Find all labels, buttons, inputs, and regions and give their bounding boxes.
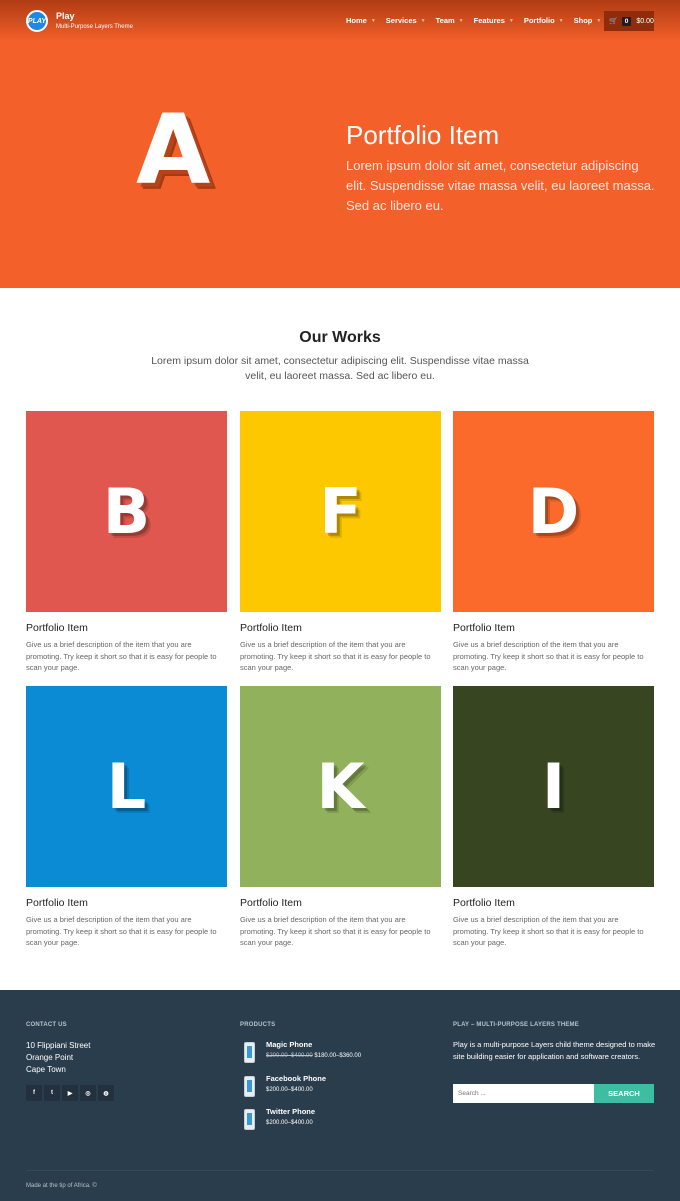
hero-letter-image: A <box>136 94 211 206</box>
portfolio-card-description: Give us a brief description of the item … <box>453 915 644 947</box>
portfolio-card-title[interactable]: Portfolio Item <box>26 897 227 909</box>
nav-item-shop[interactable]: Shop ▼ <box>574 16 602 25</box>
portfolio-thumbnail[interactable]: I <box>453 686 654 887</box>
copyright-text: Made at the tip of Africa. © <box>26 1183 97 1189</box>
product-old-price: $200.00–$400.00 <box>266 1053 313 1059</box>
search-button[interactable]: SEARCH <box>594 1084 654 1103</box>
product-item[interactable]: Facebook Phone $200.00–$400.00 <box>240 1074 440 1102</box>
product-price: $200.00–$400.00 <box>266 1087 313 1093</box>
portfolio-card[interactable]: F Portfolio Item Give us a brief descrip… <box>240 411 441 674</box>
site-footer: CONTACT US 10 Flippiani Street Orange Po… <box>0 990 680 1201</box>
product-sale-price: $180.00–$360.00 <box>314 1053 362 1059</box>
nav-item-features[interactable]: Features ▼ <box>474 16 514 25</box>
nav-item-team[interactable]: Team ▼ <box>436 16 464 25</box>
cart-button[interactable]: 🛒 0 $0.00 <box>604 11 654 31</box>
portfolio-thumbnail[interactable]: K <box>240 686 441 887</box>
portfolio-card-description: Give us a brief description of the item … <box>453 640 644 672</box>
nav-item-home[interactable]: Home ▼ <box>346 16 376 25</box>
facebook-icon[interactable]: f <box>26 1085 42 1101</box>
cart-icon: 🛒 <box>609 18 618 25</box>
chevron-down-icon: ▼ <box>458 17 464 24</box>
tile-letter: F <box>319 474 362 548</box>
page-title: Portfolio Item <box>346 120 500 150</box>
works-heading: Our Works <box>299 329 381 346</box>
chevron-down-icon: ▼ <box>420 17 426 24</box>
portfolio-thumbnail[interactable]: L <box>26 686 227 887</box>
about-heading: PLAY – MULTI-PURPOSE LAYERS THEME <box>453 1022 579 1028</box>
main-menu: Home ▼ Services ▼ Team ▼ Features ▼ Portfoli… <box>346 16 611 25</box>
product-name[interactable]: Twitter Phone <box>266 1107 315 1116</box>
nav-item-services[interactable]: Services ▼ <box>386 16 426 25</box>
tile-letter: K <box>316 749 365 823</box>
product-item[interactable]: Twitter Phone $200.00–$400.00 <box>240 1107 440 1135</box>
pinterest-icon[interactable]: ◎ <box>80 1085 96 1101</box>
phone-thumbnail-icon[interactable] <box>244 1076 255 1097</box>
twitter-icon[interactable]: t <box>44 1085 60 1101</box>
portfolio-card-description: Give us a brief description of the item … <box>26 640 217 672</box>
tile-letter: B <box>102 474 151 548</box>
dribbble-icon[interactable]: ◍ <box>98 1085 114 1101</box>
phone-thumbnail-icon[interactable] <box>244 1042 255 1063</box>
tile-letter: L <box>106 749 147 823</box>
address-line: Orange Point <box>26 1053 74 1062</box>
nav-item-portfolio[interactable]: Portfolio ▼ <box>524 16 564 25</box>
portfolio-card-description: Give us a brief description of the item … <box>26 915 217 947</box>
youtube-icon[interactable]: ▶ <box>62 1085 78 1101</box>
portfolio-card-title[interactable]: Portfolio Item <box>26 622 227 634</box>
chevron-down-icon: ▼ <box>596 17 602 24</box>
portfolio-card-description: Give us a brief description of the item … <box>240 915 431 947</box>
address-line: 10 Flippiani Street <box>26 1041 91 1050</box>
social-links: f t ▶ ◎ ◍ <box>26 1085 116 1101</box>
footer-divider <box>26 1170 654 1171</box>
hero-section: PLAY Play Multi-Purpose Layers Theme Hom… <box>0 0 680 288</box>
portfolio-card[interactable]: B Portfolio Item Give us a brief descrip… <box>26 411 227 674</box>
phone-thumbnail-icon[interactable] <box>244 1109 255 1130</box>
contact-address: 10 Flippiani Street Orange Point Cape To… <box>26 1040 90 1076</box>
logo-icon[interactable]: PLAY <box>26 10 48 32</box>
chevron-down-icon: ▼ <box>508 17 514 24</box>
portfolio-card-title[interactable]: Portfolio Item <box>453 897 654 909</box>
top-navigation-bar: PLAY Play Multi-Purpose Layers Theme Hom… <box>0 0 680 42</box>
portfolio-card-title[interactable]: Portfolio Item <box>453 622 654 634</box>
product-name[interactable]: Magic Phone <box>266 1040 312 1049</box>
cart-total: $0.00 <box>636 17 654 25</box>
portfolio-thumbnail[interactable]: B <box>26 411 227 612</box>
portfolio-card-title[interactable]: Portfolio Item <box>240 622 441 634</box>
portfolio-card[interactable]: K Portfolio Item Give us a brief descrip… <box>240 686 441 949</box>
chevron-down-icon: ▼ <box>558 17 564 24</box>
tile-letter: I <box>541 749 566 823</box>
about-text: Play is a multi-purpose Layers child the… <box>453 1040 656 1061</box>
site-tagline: Multi-Purpose Layers Theme <box>56 24 133 30</box>
portfolio-card[interactable]: L Portfolio Item Give us a brief descrip… <box>26 686 227 949</box>
portfolio-card[interactable]: I Portfolio Item Give us a brief descrip… <box>453 686 654 949</box>
portfolio-thumbnail[interactable]: D <box>453 411 654 612</box>
product-item[interactable]: Magic Phone $200.00–$400.00 $180.00–$360… <box>240 1040 440 1068</box>
tile-letter: D <box>527 474 580 548</box>
cart-count-badge: 0 <box>621 16 632 26</box>
portfolio-card-description: Give us a brief description of the item … <box>240 640 431 672</box>
contact-heading: CONTACT US <box>26 1022 67 1028</box>
address-line: Cape Town <box>26 1065 66 1074</box>
search-input[interactable] <box>453 1084 594 1103</box>
portfolio-card-title[interactable]: Portfolio Item <box>240 897 441 909</box>
hero-excerpt: Lorem ipsum dolor sit amet, consectetur … <box>346 158 655 213</box>
product-price: $200.00–$400.00 <box>266 1120 313 1126</box>
works-intro: Lorem ipsum dolor sit amet, consectetur … <box>151 355 529 382</box>
products-heading: PRODUCTS <box>240 1022 276 1028</box>
chevron-down-icon: ▼ <box>370 17 376 24</box>
product-name[interactable]: Facebook Phone <box>266 1074 326 1083</box>
portfolio-thumbnail[interactable]: F <box>240 411 441 612</box>
site-title[interactable]: Play <box>56 11 75 21</box>
product-price: $200.00–$400.00 $180.00–$360.00 <box>266 1053 361 1059</box>
portfolio-card[interactable]: D Portfolio Item Give us a brief descrip… <box>453 411 654 674</box>
